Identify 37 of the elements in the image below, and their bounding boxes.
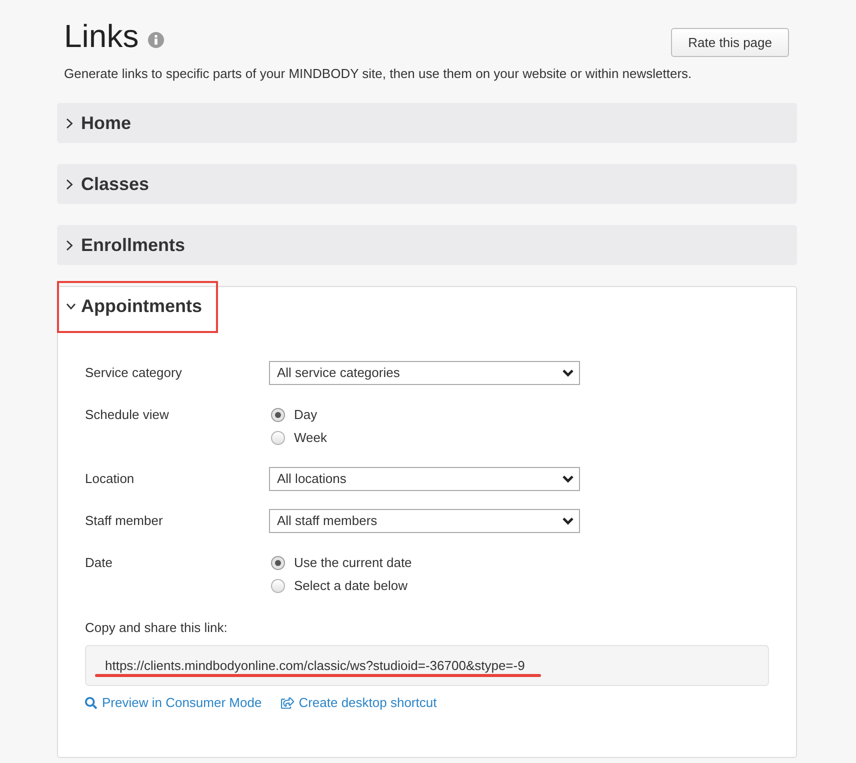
chevron-right-icon: [66, 178, 73, 190]
share-label: Copy and share this link:: [85, 619, 228, 637]
info-icon: [148, 32, 164, 48]
select-field[interactable]: All service categories: [269, 361, 580, 385]
radio-button[interactable]: [271, 556, 285, 570]
chevron-right-icon: [66, 240, 73, 250]
accordion-header[interactable]: Enrollments: [57, 225, 797, 265]
accordion-header[interactable]: Appointments: [58, 287, 202, 325]
accordion-header[interactable]: Home: [57, 103, 797, 143]
page-description: Generate links to specific parts of your MINDBODY site, then use them on your website or within newsletters.: [63, 65, 693, 83]
chevron-down-icon: [66, 302, 76, 310]
action-link[interactable]: Create desktop shortcut: [280, 694, 437, 712]
chevron-right-icon: [66, 118, 73, 128]
radio-option[interactable]: Day: [271, 403, 327, 426]
radio-button[interactable]: [271, 430, 285, 444]
chevron-down-icon: [562, 517, 574, 525]
action-link[interactable]: Preview in Consumer Mode: [85, 694, 262, 712]
radio-option[interactable]: Week: [271, 426, 327, 449]
select-field[interactable]: All locations: [269, 467, 580, 491]
field-label: Staff member: [85, 512, 164, 530]
search-icon: [85, 697, 97, 709]
accordion-header[interactable]: Classes: [57, 164, 797, 204]
field-label: Location: [85, 470, 136, 488]
chevron-down-icon: [562, 475, 574, 483]
link-field[interactable]: https://clients.mindbodyonline.com/classic/ws?studioid=-36700&stype=-9: [85, 645, 769, 686]
field-label: Date: [85, 554, 114, 572]
page-title: Links: [64, 17, 139, 56]
field-label: Schedule view: [85, 406, 170, 424]
radio-button[interactable]: [271, 408, 285, 422]
chevron-down-icon: [562, 369, 574, 377]
radio-button[interactable]: [271, 578, 285, 592]
radio-option[interactable]: Select a date below: [271, 574, 412, 597]
select-field[interactable]: All staff members: [269, 509, 580, 533]
radio-option[interactable]: Use the current date: [271, 551, 412, 574]
share-icon: [280, 697, 294, 709]
rate-button[interactable]: Rate this page: [671, 28, 789, 57]
field-label: Service category: [85, 364, 183, 382]
